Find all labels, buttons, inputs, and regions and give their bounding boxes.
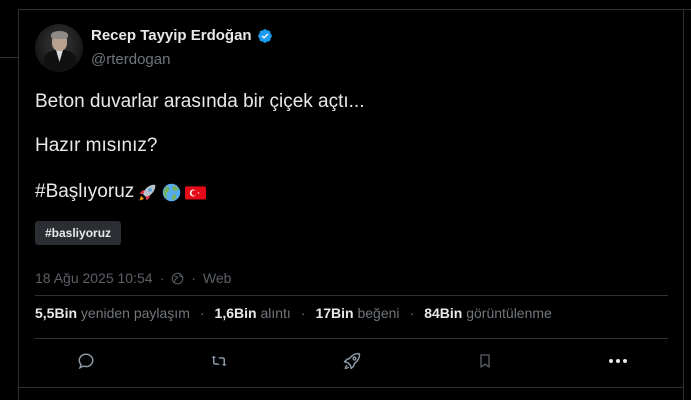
divider	[0, 57, 18, 58]
reposts-count: 5,5Bin	[35, 305, 78, 321]
boost-button[interactable]	[341, 350, 363, 372]
separator: ·	[199, 305, 205, 321]
divider	[18, 387, 683, 388]
reply-icon	[78, 353, 94, 370]
divider	[35, 338, 668, 339]
hashtag-link[interactable]: #Başlıyoruz	[35, 181, 134, 203]
boost-icon	[343, 352, 361, 370]
source-label: Web	[202, 270, 232, 286]
quotes-label: alıntı	[260, 305, 291, 321]
verified-badge-icon	[257, 28, 272, 43]
separator: ·	[191, 270, 196, 286]
column-border	[18, 9, 19, 400]
likes-stat[interactable]: 17Bin beğeni	[315, 305, 399, 321]
turkish-flag-emoji-icon	[185, 185, 207, 199]
avatar[interactable]	[35, 24, 83, 72]
timestamp[interactable]: 18 Ağu 2025 10:54	[35, 270, 153, 286]
likes-count: 17Bin	[315, 305, 354, 321]
divider	[683, 9, 691, 10]
bookmark-icon	[480, 354, 490, 368]
more-icon	[609, 359, 627, 363]
tweet-text-line: Beton duvarlar arasında bir çiçek açtı..…	[35, 91, 365, 112]
reposts-stat[interactable]: 5,5Bin yeniden paylaşım	[35, 305, 190, 321]
likes-label: beğeni	[357, 305, 400, 321]
separator: ·	[409, 305, 415, 321]
author-name-row: Recep Tayyip Erdoğan	[91, 27, 273, 44]
repost-icon	[211, 355, 227, 367]
reply-button[interactable]	[75, 350, 97, 372]
views-count: 84Bin	[424, 305, 463, 321]
hashtag-chip[interactable]: #basliyoruz	[35, 221, 122, 245]
quotes-count: 1,6Bin	[214, 305, 257, 321]
tweet-meta: 18 Ağu 2025 10:54 · · Web	[35, 270, 231, 286]
repost-button[interactable]	[208, 350, 230, 372]
tweet-view: Recep Tayyip Erdoğan @rterdogan Beton du…	[0, 0, 691, 400]
author-display-name[interactable]: Recep Tayyip Erdoğan	[91, 27, 252, 44]
tweet-text-line: Hazır mısınız?	[35, 135, 158, 156]
bookmark-button[interactable]	[474, 350, 496, 372]
reposts-label: yeniden paylaşım	[80, 305, 190, 321]
globe-earth-emoji-icon	[163, 183, 181, 201]
divider	[18, 9, 691, 10]
views-label: görüntülenme	[466, 305, 552, 321]
rocket-emoji-icon	[139, 184, 156, 200]
column-border	[683, 9, 684, 400]
author-handle[interactable]: @rterdogan	[91, 51, 170, 68]
quotes-stat[interactable]: 1,6Bin alıntı	[215, 305, 291, 321]
more-button[interactable]	[607, 350, 629, 372]
separator: ·	[159, 270, 165, 286]
separator: ·	[300, 305, 306, 321]
globe-icon	[171, 272, 184, 284]
divider	[35, 295, 668, 296]
engagement-stats: 5,5Bin yeniden paylaşım · 1,6Bin alıntı …	[35, 305, 552, 321]
views-stat[interactable]: 84Bin görüntülenme	[424, 305, 552, 321]
tweet-hashtag-line: #Başlıyoruz	[35, 181, 207, 203]
action-bar	[0, 350, 691, 374]
